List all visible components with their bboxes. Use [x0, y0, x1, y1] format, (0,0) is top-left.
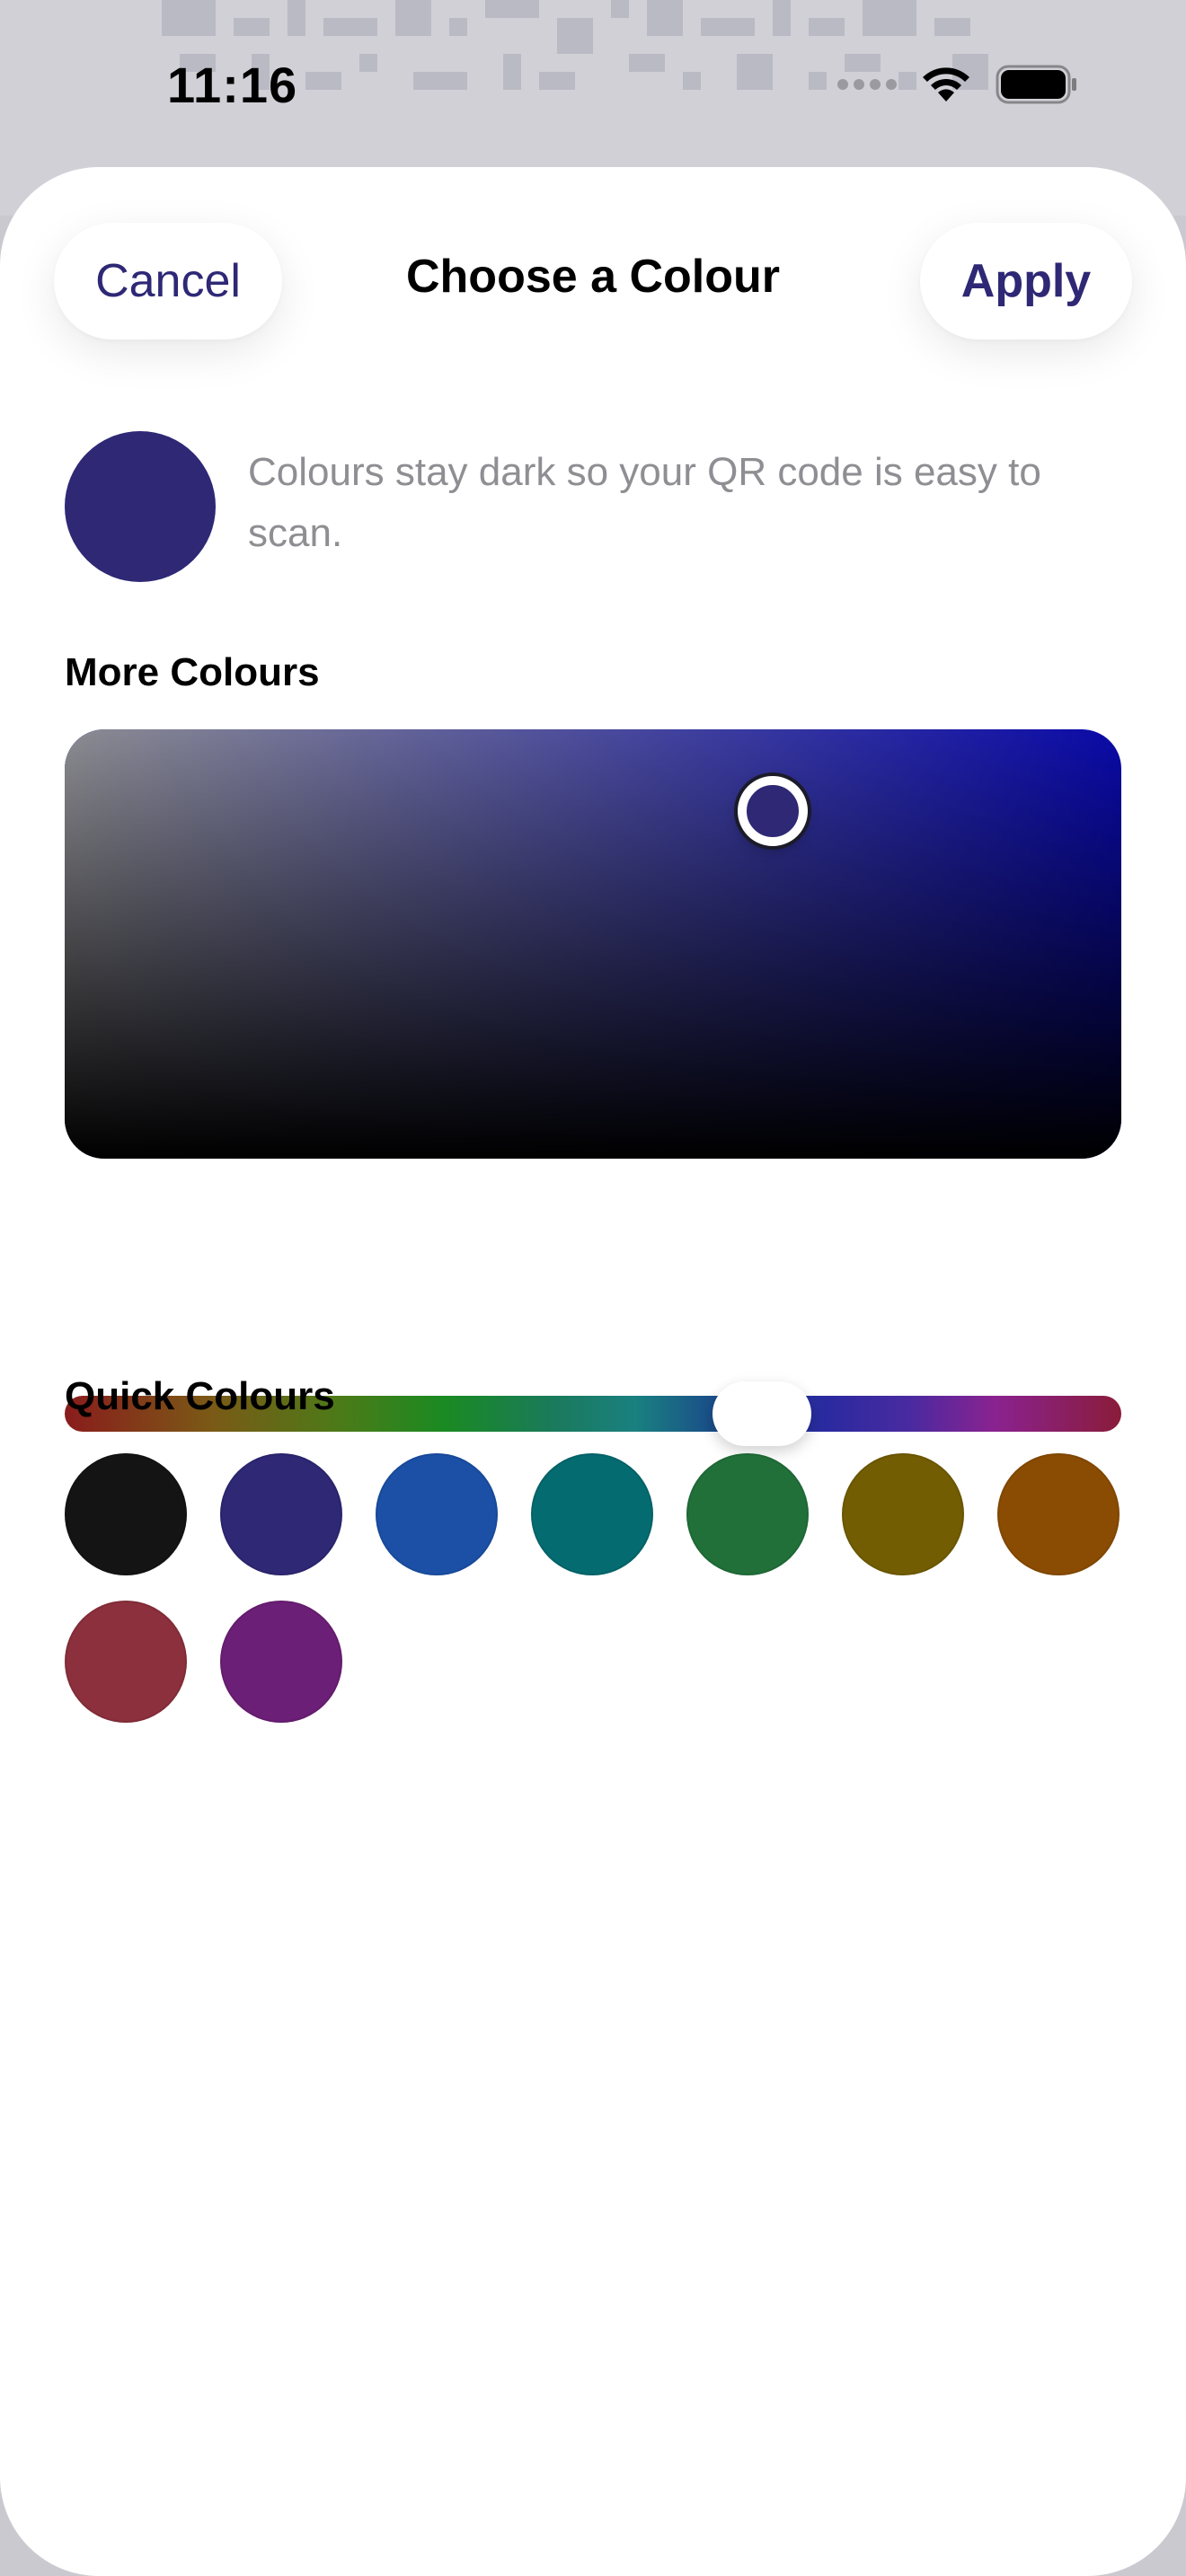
apply-button[interactable]: Apply [920, 223, 1132, 340]
hue-slider-thumb[interactable] [712, 1381, 812, 1446]
colour-picker-sheet: Cancel Choose a Colour Apply Colours sta… [0, 167, 1186, 2576]
status-icons [837, 65, 1078, 104]
cellular-dots-icon [837, 79, 897, 90]
status-time: 11:16 [167, 57, 298, 113]
more-colours-label: More Colours [65, 650, 320, 694]
quick-colour-green[interactable] [686, 1453, 809, 1575]
quick-colour-red[interactable] [65, 1601, 187, 1723]
selected-colour-preview [65, 431, 216, 582]
quick-colour-olive[interactable] [842, 1453, 964, 1575]
saturation-brightness-field[interactable] [65, 729, 1121, 1159]
quick-colours-grid [65, 1453, 1121, 1723]
quick-colour-orange[interactable] [997, 1453, 1120, 1575]
quick-colour-blue[interactable] [376, 1453, 498, 1575]
quick-colour-teal[interactable] [531, 1453, 653, 1575]
colour-hint-text: Colours stay dark so your QR code is eas… [248, 450, 1041, 555]
quick-colours-label: Quick Colours [65, 1374, 335, 1418]
colour-selection-handle[interactable] [737, 775, 808, 846]
battery-icon [996, 65, 1076, 104]
quick-colour-purple[interactable] [220, 1601, 342, 1723]
wifi-icon [923, 67, 969, 101]
status-bar: 11:16 [0, 0, 1186, 171]
quick-colour-indigo[interactable] [220, 1453, 342, 1575]
home-indicator [467, 2547, 719, 2556]
quick-colour-black[interactable] [65, 1453, 187, 1575]
